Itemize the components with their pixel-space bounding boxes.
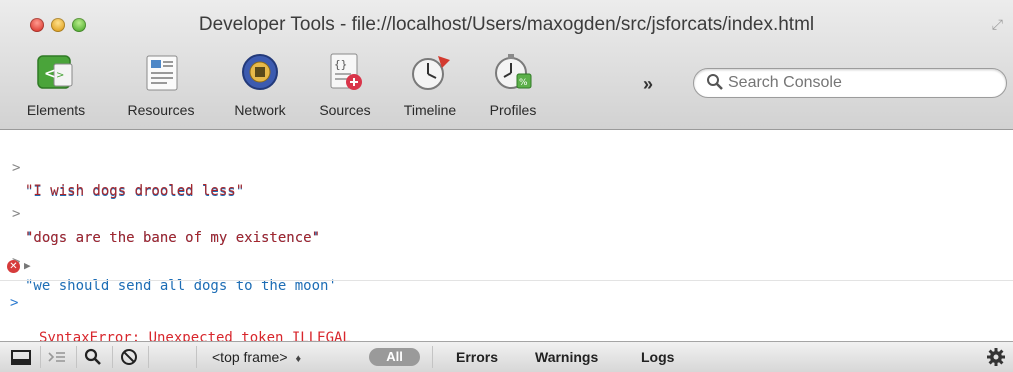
filter-all-button[interactable]: All bbox=[369, 348, 420, 366]
search-icon bbox=[707, 74, 723, 90]
tab-sources[interactable]: {} Sources bbox=[310, 48, 380, 118]
profiles-icon: % bbox=[489, 48, 537, 96]
timeline-icon bbox=[406, 48, 454, 96]
console-prompt[interactable]: > bbox=[10, 295, 18, 311]
more-panels-button[interactable]: » bbox=[643, 74, 653, 95]
panel-toolbar: < > Elements Resources Network {} Source… bbox=[0, 44, 1013, 129]
console-line: "dogs are the bane of my existence" bbox=[0, 202, 320, 246]
console-line: "I wish dogs drooled less" bbox=[0, 155, 244, 199]
divider bbox=[148, 346, 149, 368]
divider bbox=[112, 346, 113, 368]
svg-text:<: < bbox=[44, 66, 56, 82]
svg-text:>: > bbox=[56, 70, 64, 81]
console-line: > 'dogs are the bane of my existence' bbox=[0, 178, 320, 246]
select-arrows-icon: ♦ bbox=[295, 353, 302, 365]
devtools-window: Developer Tools - file://localhost/Users… bbox=[0, 0, 1013, 372]
tab-timeline[interactable]: Timeline bbox=[390, 48, 470, 118]
gear-icon[interactable] bbox=[985, 347, 1007, 367]
search-console-input[interactable] bbox=[726, 71, 990, 95]
tab-profiles-label: Profiles bbox=[489, 102, 537, 118]
tab-network-label: Network bbox=[234, 102, 286, 118]
console-result: "dogs are the bane of my existence" bbox=[25, 230, 321, 246]
console-drawer-icon[interactable] bbox=[46, 347, 68, 367]
expand-triangle-icon[interactable]: ▶ bbox=[24, 254, 31, 278]
tab-timeline-label: Timeline bbox=[403, 102, 457, 118]
divider bbox=[40, 346, 41, 368]
search-icon[interactable] bbox=[82, 347, 104, 367]
console-line: > "we should send all dogs to the moon' bbox=[0, 226, 337, 294]
filter-errors-button[interactable]: Errors bbox=[456, 349, 498, 365]
title-bar: Developer Tools - file://localhost/Users… bbox=[0, 0, 1013, 44]
tab-network[interactable]: Network bbox=[220, 48, 300, 118]
tab-elements-label: Elements bbox=[26, 102, 86, 118]
tab-resources-label: Resources bbox=[127, 102, 195, 118]
frame-select[interactable]: <top frame> ♦ bbox=[212, 349, 301, 365]
console-result: "I wish dogs drooled less" bbox=[25, 183, 245, 199]
resources-icon bbox=[137, 48, 185, 96]
network-icon bbox=[236, 48, 284, 96]
console-panel[interactable]: > "I wish dogs drooled less" "I wish dog… bbox=[0, 130, 1013, 346]
elements-icon: < > bbox=[32, 48, 80, 96]
divider bbox=[432, 346, 433, 368]
frame-select-value: <top frame> bbox=[212, 349, 288, 365]
clear-console-icon[interactable] bbox=[118, 347, 140, 367]
svg-text:%: % bbox=[519, 78, 528, 88]
dock-icon[interactable] bbox=[10, 347, 32, 367]
tab-elements[interactable]: < > Elements bbox=[16, 48, 96, 118]
status-bar: <top frame> ♦ All Errors Warnings Logs bbox=[0, 341, 1013, 372]
error-icon: ✕ bbox=[7, 260, 20, 273]
console-error-line[interactable]: ✕ ▶ SyntaxError: Unexpected token ILLEGA… bbox=[0, 254, 1013, 346]
divider bbox=[196, 346, 197, 368]
fullscreen-icon[interactable]: ⤢ bbox=[992, 16, 1003, 33]
divider bbox=[76, 346, 77, 368]
svg-text:{}: {} bbox=[334, 58, 347, 71]
sources-icon: {} bbox=[321, 48, 369, 96]
window-title: Developer Tools - file://localhost/Users… bbox=[198, 14, 815, 35]
window-chrome: Developer Tools - file://localhost/Users… bbox=[0, 0, 1013, 130]
divider bbox=[0, 280, 1013, 281]
console-line: > "I wish dogs drooled less" bbox=[0, 132, 244, 200]
filter-warnings-button[interactable]: Warnings bbox=[535, 349, 598, 365]
tab-sources-label: Sources bbox=[319, 102, 371, 118]
filter-logs-button[interactable]: Logs bbox=[641, 349, 674, 365]
tab-resources[interactable]: Resources bbox=[116, 48, 206, 118]
tab-profiles[interactable]: % Profiles bbox=[478, 48, 548, 118]
search-console-field[interactable] bbox=[693, 68, 1007, 98]
